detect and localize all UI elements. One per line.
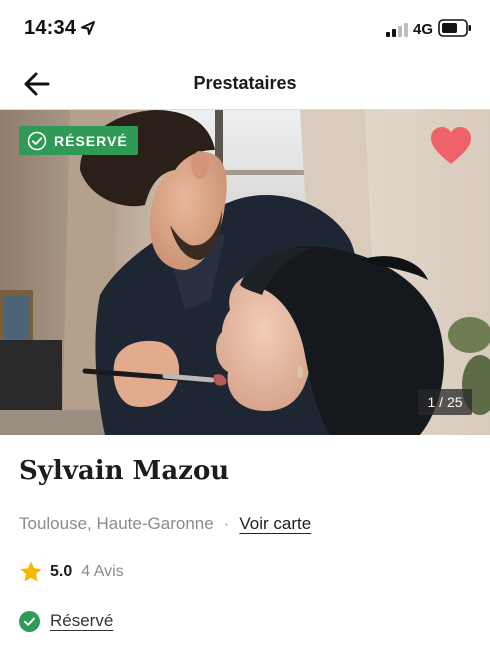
- vendor-photo: [0, 110, 490, 435]
- review-count: 4 Avis: [81, 563, 124, 580]
- rating-value: 5.0: [50, 563, 73, 580]
- photo-counter: 1 / 25: [418, 389, 472, 415]
- battery-icon: [438, 19, 471, 37]
- signal-icon: [386, 23, 408, 37]
- vendor-name: Sylvain Mazou: [19, 456, 230, 486]
- reserved-badge-label: RÉSERVÉ: [54, 132, 128, 149]
- network-label: 4G: [413, 21, 434, 38]
- booking-status-row[interactable]: Réservé: [19, 609, 113, 633]
- hero-photo-carousel[interactable]: RÉSERVÉ 1 / 25: [0, 110, 490, 435]
- vendor-location: Toulouse, Haute-Garonne: [19, 514, 214, 533]
- status-bar: 14:34 4G: [0, 0, 490, 58]
- reserved-badge: RÉSERVÉ: [19, 126, 138, 155]
- location-arrow-icon: [81, 21, 95, 35]
- nav-bar: Prestataires: [0, 58, 490, 110]
- booking-status-link[interactable]: Réservé: [50, 611, 113, 631]
- page-title: Prestataires: [193, 73, 297, 93]
- view-map-link[interactable]: Voir carte: [239, 514, 311, 533]
- separator-dot: ·: [223, 514, 230, 533]
- heart-icon[interactable]: [429, 126, 473, 166]
- rating-row[interactable]: 5.0 4 Avis: [19, 560, 124, 584]
- status-time: 14:34: [24, 17, 77, 39]
- star-icon: [20, 561, 42, 582]
- check-circle-icon: [19, 610, 40, 632]
- check-circle-icon: [27, 131, 47, 150]
- location-row: Toulouse, Haute-Garonne · Voir carte: [19, 514, 311, 534]
